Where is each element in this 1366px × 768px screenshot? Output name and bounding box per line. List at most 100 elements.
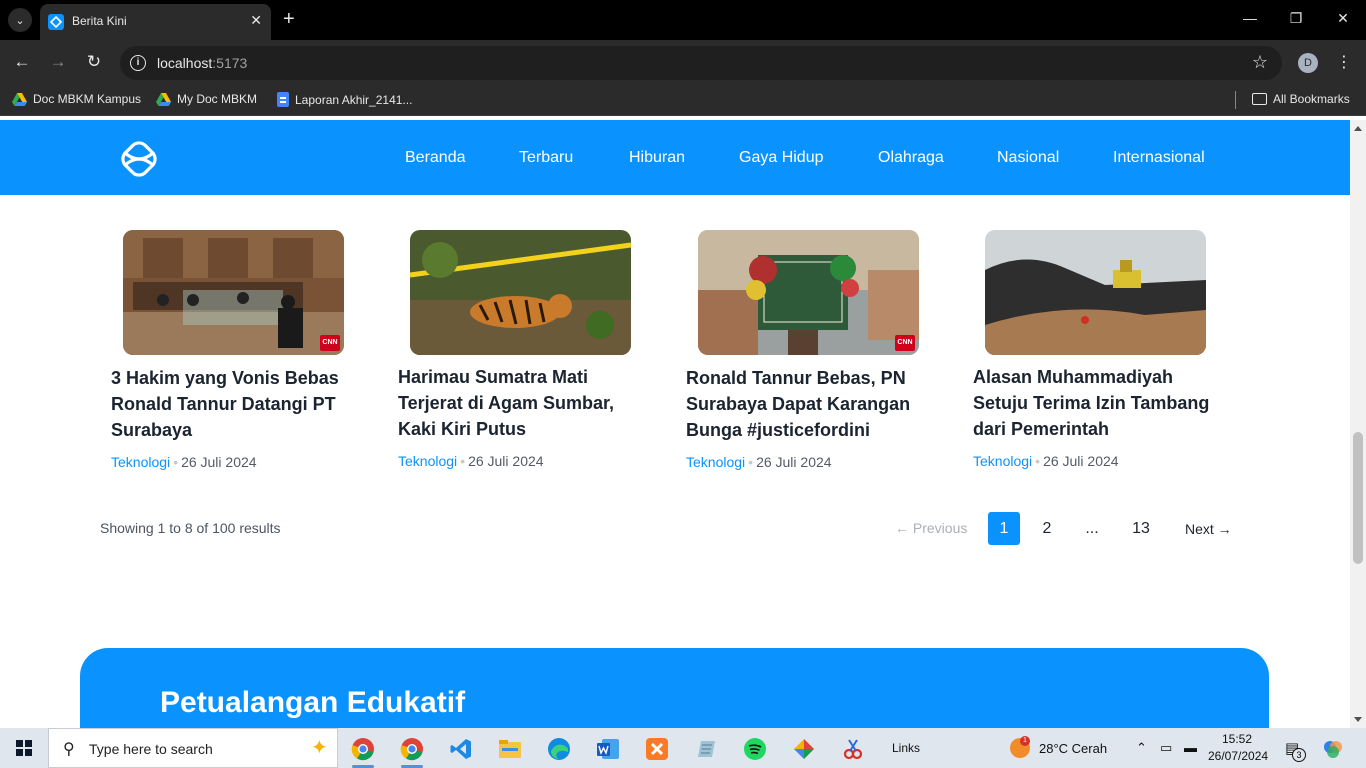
new-tab-icon[interactable]: + (283, 8, 295, 30)
links-toolbar[interactable]: Links (892, 741, 920, 755)
windows-taskbar: ⚲ Type here to search ✦ Links 1 28°C Cer… (0, 728, 1366, 768)
bookmark-my-doc-mbkm[interactable]: My Doc MBKM (156, 92, 257, 106)
article-meta: Teknologi • 26 Juli 2024 (686, 454, 832, 470)
meta-separator: • (460, 453, 466, 469)
page-ellipsis: ... (1085, 520, 1099, 537)
browser-toolbar: ← → ↻ i localhost:5173 ☆ D ⋮ (0, 40, 1366, 84)
nav-olahraga[interactable]: Olahraga (878, 149, 944, 167)
nav-nasional[interactable]: Nasional (997, 149, 1059, 167)
close-tab-icon[interactable]: ✕ (250, 12, 262, 29)
bookmark-laporan-akhir[interactable]: Laporan Akhir_2141... (277, 92, 412, 107)
xampp-icon[interactable] (642, 734, 672, 764)
minimize-icon[interactable]: — (1240, 10, 1260, 26)
meta-separator: • (1035, 453, 1041, 469)
nav-internasional[interactable]: Internasional (1113, 149, 1205, 167)
close-window-icon[interactable]: ✕ (1333, 10, 1353, 27)
bookmark-star-icon[interactable]: ☆ (1252, 52, 1268, 73)
chrome-profile-icon[interactable] (397, 734, 427, 768)
snipping-tool-icon[interactable] (838, 734, 868, 764)
bookmarks-divider (1235, 91, 1236, 109)
cnn-badge: CNN (895, 335, 915, 351)
flower-board-photo[interactable]: CNN (698, 230, 919, 355)
notification-count: 3 (1292, 748, 1306, 762)
reload-icon[interactable]: ↻ (84, 52, 104, 72)
courtroom-photo[interactable]: CNN (123, 230, 344, 355)
next-page-button[interactable]: Next → (1185, 521, 1232, 537)
nav-beranda[interactable]: Beranda (405, 149, 466, 167)
forward-icon[interactable]: → (48, 52, 68, 72)
notepad-icon[interactable] (691, 734, 721, 764)
article-meta: Teknologi • 26 Juli 2024 (398, 453, 544, 469)
article-title[interactable]: Harimau Sumatra Mati Terjerat di Agam Su… (398, 364, 638, 442)
article-meta: Teknologi • 26 Juli 2024 (111, 454, 257, 470)
bookmarks-bar: Doc MBKM Kampus My Doc MBKM Laporan Akhi… (0, 84, 1366, 116)
page-1-button[interactable]: 1 (988, 512, 1020, 545)
article-category[interactable]: Teknologi (111, 454, 170, 470)
search-icon: ⚲ (63, 741, 75, 758)
file-explorer-icon[interactable] (495, 734, 525, 764)
page-viewport: Beranda Terbaru Hiburan Gaya Hidup Olahr… (0, 120, 1350, 728)
previous-page-button[interactable]: ← Previous (895, 520, 967, 536)
article-title[interactable]: Ronald Tannur Bebas, PN Surabaya Dapat K… (686, 365, 926, 443)
article-title[interactable]: Alasan Muhammadiyah Setuju Terima Izin T… (973, 364, 1213, 442)
article-date: 26 Juli 2024 (1043, 453, 1119, 469)
bookmark-doc-mbkm-kampus[interactable]: Doc MBKM Kampus (12, 92, 141, 106)
article-title[interactable]: 3 Hakim yang Vonis Bebas Ronald Tannur D… (111, 365, 351, 443)
promo-title: Petualangan Edukatif (160, 686, 466, 719)
scroll-up-icon[interactable] (1354, 126, 1362, 131)
page-13-button[interactable]: 13 (1125, 512, 1157, 545)
article-category[interactable]: Teknologi (973, 453, 1032, 469)
site-header: Beranda Terbaru Hiburan Gaya Hidup Olahr… (0, 120, 1350, 195)
nav-terbaru[interactable]: Terbaru (519, 149, 573, 167)
clock-date[interactable]: 26/07/2024 (1208, 749, 1268, 763)
chevron-up-icon[interactable]: ⌃ (1136, 740, 1147, 756)
folder-icon (1252, 93, 1267, 105)
article-date: 26 Juli 2024 (468, 453, 544, 469)
article-category[interactable]: Teknologi (398, 453, 457, 469)
nav-gaya-hidup[interactable]: Gaya Hidup (739, 149, 824, 167)
spotify-icon[interactable] (740, 734, 770, 764)
results-summary: Showing 1 to 8 of 100 results (100, 520, 281, 536)
page-2-button[interactable]: 2 (1031, 512, 1063, 545)
taskbar-search-box[interactable]: ⚲ Type here to search ✦ (48, 728, 338, 768)
page-scrollbar[interactable] (1350, 120, 1366, 728)
article-date: 26 Juli 2024 (181, 454, 257, 470)
nav-hiburan[interactable]: Hiburan (629, 149, 685, 167)
article-meta: Teknologi • 26 Juli 2024 (973, 453, 1119, 469)
browser-tab-strip: ⌄ Berita Kini ✕ + — ❐ ✕ (0, 0, 1366, 40)
url-text: localhost:5173 (157, 55, 248, 71)
google-drive-icon (156, 92, 171, 106)
browser-menu-icon[interactable]: ⋮ (1336, 52, 1352, 72)
windows-start-icon[interactable] (16, 740, 32, 756)
meta-separator: • (748, 454, 754, 470)
gemini-diamond-icon[interactable] (789, 734, 819, 764)
profile-avatar[interactable]: D (1298, 53, 1318, 73)
scroll-thumb[interactable] (1353, 432, 1363, 564)
word-icon[interactable] (593, 734, 623, 764)
tiger-photo[interactable] (410, 230, 631, 355)
vscode-icon[interactable] (446, 734, 476, 764)
edge-icon[interactable] (544, 734, 574, 764)
address-bar[interactable]: i localhost:5173 ☆ (120, 46, 1282, 80)
site-logo-favicon-icon (48, 14, 64, 30)
site-info-icon[interactable]: i (130, 55, 146, 71)
scroll-down-icon[interactable] (1354, 717, 1362, 722)
copilot-icon[interactable] (1318, 734, 1348, 764)
article-category[interactable]: Teknologi (686, 454, 745, 470)
meta-separator: • (173, 454, 179, 470)
restore-icon[interactable]: ❐ (1286, 10, 1306, 27)
back-icon[interactable]: ← (12, 52, 32, 72)
site-logo-icon[interactable] (116, 136, 162, 182)
promo-banner: Petualangan Edukatif (80, 648, 1269, 728)
weather-text[interactable]: 28°C Cerah (1039, 741, 1107, 756)
mining-photo[interactable] (985, 230, 1206, 355)
network-icon[interactable]: ▭ (1160, 740, 1172, 756)
chrome-icon[interactable] (348, 734, 378, 768)
taskbar-search-placeholder: Type here to search (89, 741, 213, 757)
all-bookmarks-button[interactable]: All Bookmarks (1252, 92, 1350, 106)
browser-tab[interactable]: Berita Kini ✕ (40, 4, 271, 40)
clock-time[interactable]: 15:52 (1222, 732, 1252, 746)
tab-search-button[interactable]: ⌄ (8, 8, 32, 32)
google-docs-icon (277, 92, 289, 107)
battery-icon[interactable]: ▬ (1184, 740, 1197, 755)
